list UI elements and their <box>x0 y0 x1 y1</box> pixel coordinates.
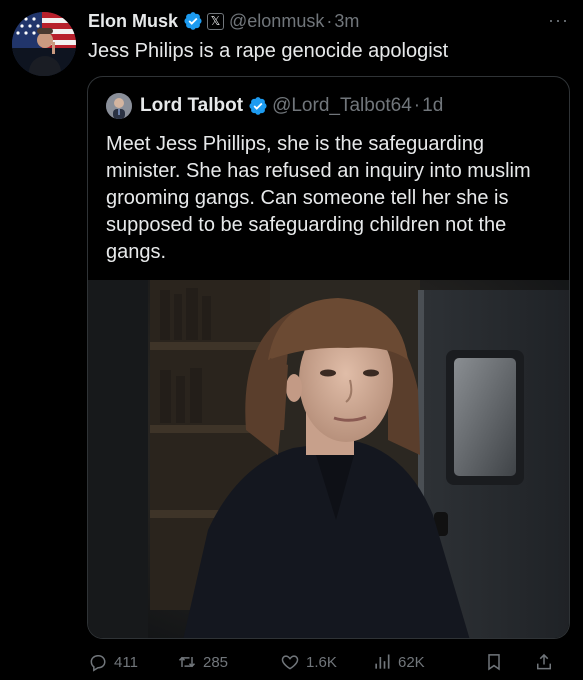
tweet-time[interactable]: 3m <box>334 11 359 32</box>
reply-button[interactable]: 411 <box>88 652 177 672</box>
views-button[interactable]: 62K <box>372 652 484 672</box>
author-name[interactable]: Elon Musk <box>88 11 178 32</box>
share-button[interactable] <box>534 652 554 672</box>
verified-badge-icon <box>248 96 268 116</box>
view-count: 62K <box>398 653 425 671</box>
like-count: 1.6K <box>306 653 337 671</box>
quote-tweet-card[interactable]: Lord Talbot @Lord_Talbot64 · 1d Meet Jes… <box>87 76 570 639</box>
like-button[interactable]: 1.6K <box>280 652 372 672</box>
quote-time: 1d <box>422 95 444 116</box>
separator-dot: · <box>413 95 421 116</box>
tweet-header: Elon Musk 𝕏 @elonmusk · 3m ··· <box>88 8 569 34</box>
tweet-text: Jess Philips is a rape genocide apologis… <box>88 40 449 62</box>
x-badge-icon: 𝕏 <box>207 12 225 30</box>
bookmark-button[interactable] <box>484 652 534 672</box>
repost-button[interactable]: 285 <box>177 652 280 672</box>
repost-count: 285 <box>203 653 229 671</box>
quote-text: Meet Jess Phillips, she is the safeguard… <box>106 133 531 263</box>
repost-icon <box>178 656 196 668</box>
quote-author-avatar <box>106 93 132 119</box>
author-handle[interactable]: @elonmusk <box>229 11 324 32</box>
reply-icon <box>90 655 106 672</box>
views-icon <box>375 654 390 669</box>
verified-badge-icon <box>183 11 203 31</box>
quote-author-handle: @Lord_Talbot64 <box>272 95 412 116</box>
action-bar: 411 285 1.6K 62K <box>88 650 569 674</box>
quote-author-name: Lord Talbot <box>140 95 244 116</box>
author-avatar[interactable] <box>12 12 76 76</box>
separator-dot: · <box>326 10 333 31</box>
quote-photo[interactable] <box>88 280 569 638</box>
quote-header: Lord Talbot @Lord_Talbot64 · 1d <box>106 93 559 119</box>
share-icon <box>537 653 551 670</box>
like-icon <box>281 655 299 670</box>
reply-count: 411 <box>114 653 138 671</box>
more-icon[interactable]: ··· <box>548 10 569 31</box>
bookmark-icon <box>488 654 500 671</box>
